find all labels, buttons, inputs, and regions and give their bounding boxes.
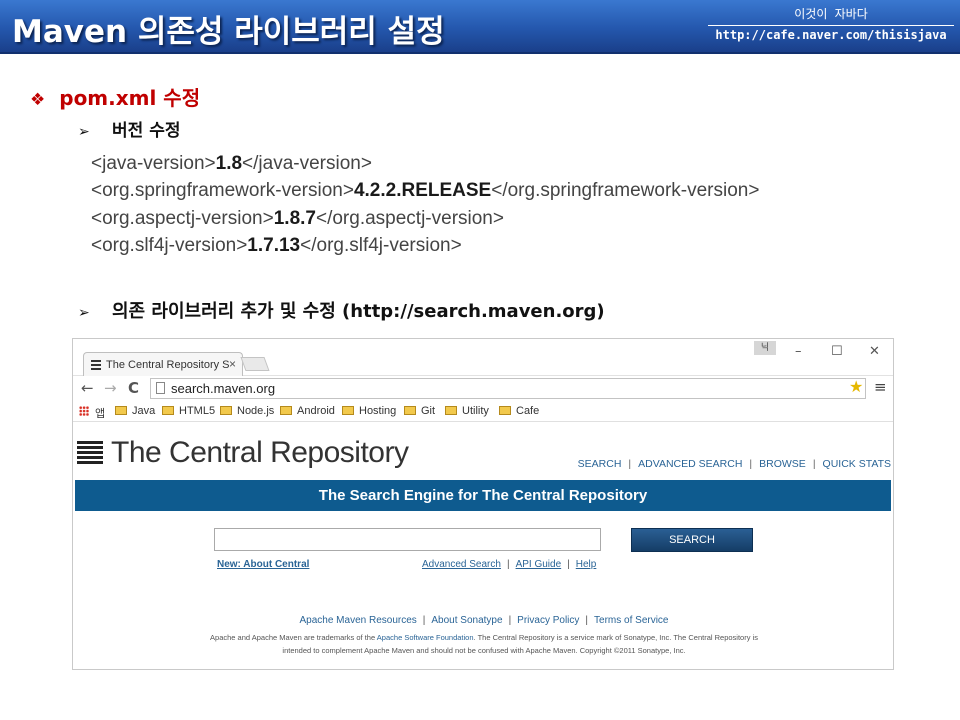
bookmark-folder[interactable]: Git — [404, 405, 435, 417]
page-icon — [156, 382, 165, 394]
bookmark-folder[interactable]: Cafe — [499, 405, 539, 417]
browser-menu-icon[interactable]: ≡ — [874, 378, 887, 396]
browser-window: The Central Repository S × 닉 – ☐ ✕ ← → C… — [72, 338, 894, 670]
address-bar[interactable]: search.maven.org — [150, 378, 866, 399]
maven-resources-link[interactable]: Apache Maven Resources — [299, 615, 416, 626]
property-line: <org.springframework-version>4.2.2.RELEA… — [91, 177, 759, 204]
nav-browse[interactable]: BROWSE — [759, 458, 806, 470]
brand-name: 이것이 자바다 — [708, 6, 954, 26]
site-top-nav: SEARCH | ADVANCED SEARCH | BROWSE | QUICK STAT… — [577, 458, 891, 470]
terms-of-service-link[interactable]: Terms of Service — [594, 615, 668, 626]
apache-foundation-link[interactable]: Apache Software Foundation — [377, 633, 474, 642]
arrow-bullet-icon: ➢ — [78, 305, 90, 321]
arrow-bullet-icon: ➢ — [78, 124, 90, 140]
user-profile-badge[interactable]: 닉 — [754, 341, 776, 355]
new-about-central-link[interactable]: New: About Central — [217, 559, 309, 570]
browser-tab[interactable]: The Central Repository S × — [83, 352, 243, 376]
property-close-tag: </org.springframework-version> — [491, 180, 760, 202]
folder-icon — [342, 406, 354, 415]
browser-toolbar: ← → C search.maven.org ★ ≡ — [73, 376, 893, 402]
folder-icon — [280, 406, 292, 415]
property-line: <java-version>1.8</java-version> — [91, 150, 759, 177]
folder-icon — [499, 406, 511, 415]
maximize-icon[interactable]: ☐ — [831, 344, 843, 359]
version-properties-code: <java-version>1.8</java-version> <org.sp… — [91, 150, 759, 259]
property-open-tag: <org.springframework-version> — [91, 180, 354, 202]
diamond-bullet-icon: ❖ — [30, 90, 46, 110]
nav-search[interactable]: SEARCH — [578, 458, 622, 470]
search-button[interactable]: SEARCH — [631, 528, 753, 552]
api-guide-link[interactable]: API Guide — [516, 559, 562, 570]
property-close-tag: </org.aspectj-version> — [315, 207, 504, 229]
nav-advanced-search[interactable]: ADVANCED SEARCH — [638, 458, 742, 470]
minimize-icon[interactable]: – — [795, 344, 802, 359]
property-line: <org.aspectj-version>1.8.7</org.aspectj-… — [91, 205, 759, 232]
logo-text: The Central Repository — [111, 436, 409, 469]
central-repository-page: The Central Repository SEARCH | ADVANCED S… — [73, 422, 893, 655]
bookmark-star-icon[interactable]: ★ — [849, 377, 863, 396]
property-close-tag: </org.slf4j-version> — [300, 234, 462, 256]
back-arrow-icon[interactable]: ← — [81, 379, 94, 397]
search-help-links: Advanced Search | API Guide | Help — [422, 559, 597, 570]
window-close-icon[interactable]: ✕ — [869, 344, 880, 359]
bookmark-folder[interactable]: Node.js — [220, 405, 274, 417]
bullet-pom-edit: ❖ pom.xml 수정 — [30, 82, 200, 111]
property-open-tag: <org.slf4j-version> — [91, 234, 248, 256]
folder-icon — [445, 406, 457, 415]
folder-icon — [162, 406, 174, 415]
search-engine-banner: The Search Engine for The Central Reposi… — [75, 480, 891, 511]
property-open-tag: <java-version> — [91, 153, 216, 174]
property-line: <org.slf4j-version>1.7.13</org.slf4j-ver… — [91, 232, 759, 259]
advanced-search-link[interactable]: Advanced Search — [422, 559, 501, 570]
bullet-add-library: ➢ 의존 라이브러리 추가 및 수정 (http://search.maven.o… — [78, 297, 605, 323]
repository-favicon-icon — [91, 360, 101, 370]
browser-titlebar: The Central Repository S × 닉 – ☐ ✕ — [73, 339, 893, 376]
folder-icon — [115, 406, 127, 415]
tab-close-icon[interactable]: × — [229, 357, 236, 371]
tab-title: The Central Repository S — [106, 359, 230, 371]
bookmark-folder[interactable]: HTML5 — [162, 405, 215, 417]
footer-links: Apache Maven Resources | About Sonatype | Pr… — [299, 615, 669, 626]
privacy-policy-link[interactable]: Privacy Policy — [517, 615, 579, 626]
reload-icon[interactable]: C — [128, 379, 139, 397]
bookmark-apps[interactable]: 앱 — [95, 405, 105, 421]
slide-header: Maven 의존성 라이브러리 설정 이것이 자바다 http://cafe.n… — [0, 0, 960, 54]
slide-title: Maven 의존성 라이브러리 설정 — [12, 14, 445, 50]
property-value: 1.8 — [215, 153, 243, 174]
nav-quick-stats[interactable]: QUICK STATS — [823, 458, 891, 470]
forward-arrow-icon[interactable]: → — [104, 379, 117, 397]
property-value: 1.8.7 — [273, 207, 316, 229]
folder-icon — [404, 406, 416, 415]
bullet-version-edit: ➢ 버전 수정 — [78, 116, 180, 141]
bookmark-folder[interactable]: Utility — [445, 405, 489, 417]
bookmark-folder[interactable]: Android — [280, 405, 335, 417]
brand-url: http://cafe.naver.com/thisisjava — [715, 28, 947, 42]
help-link[interactable]: Help — [576, 559, 597, 570]
search-input[interactable] — [214, 528, 601, 551]
address-bar-url: search.maven.org — [171, 381, 276, 396]
bullet-version-edit-label: 버전 수정 — [112, 121, 181, 141]
trademark-footnote: Apache and Apache Maven are trademarks o… — [210, 633, 758, 655]
repository-logo-icon — [77, 441, 103, 465]
about-sonatype-link[interactable]: About Sonatype — [431, 615, 502, 626]
bullet-add-library-label: 의존 라이브러리 추가 및 수정 (http://search.maven.or… — [112, 301, 605, 322]
property-value: 4.2.2.RELEASE — [353, 180, 492, 202]
property-close-tag: </java-version> — [242, 153, 372, 174]
apps-grid-icon[interactable] — [79, 406, 89, 416]
bullet-pom-edit-label: pom.xml 수정 — [59, 86, 201, 110]
bookmark-folder[interactable]: Hosting — [342, 405, 396, 417]
property-value: 1.7.13 — [247, 234, 301, 256]
brand-block: 이것이 자바다 http://cafe.naver.com/thisisjava — [708, 6, 954, 44]
new-tab-button[interactable] — [240, 357, 270, 371]
bookmark-folder[interactable]: Java — [115, 405, 155, 417]
central-repository-logo[interactable]: The Central Repository — [77, 436, 409, 470]
property-open-tag: <org.aspectj-version> — [91, 207, 274, 229]
folder-icon — [220, 406, 232, 415]
bookmarks-bar: 앱 Java HTML5 Node.js Android Hosting Git… — [73, 402, 893, 422]
